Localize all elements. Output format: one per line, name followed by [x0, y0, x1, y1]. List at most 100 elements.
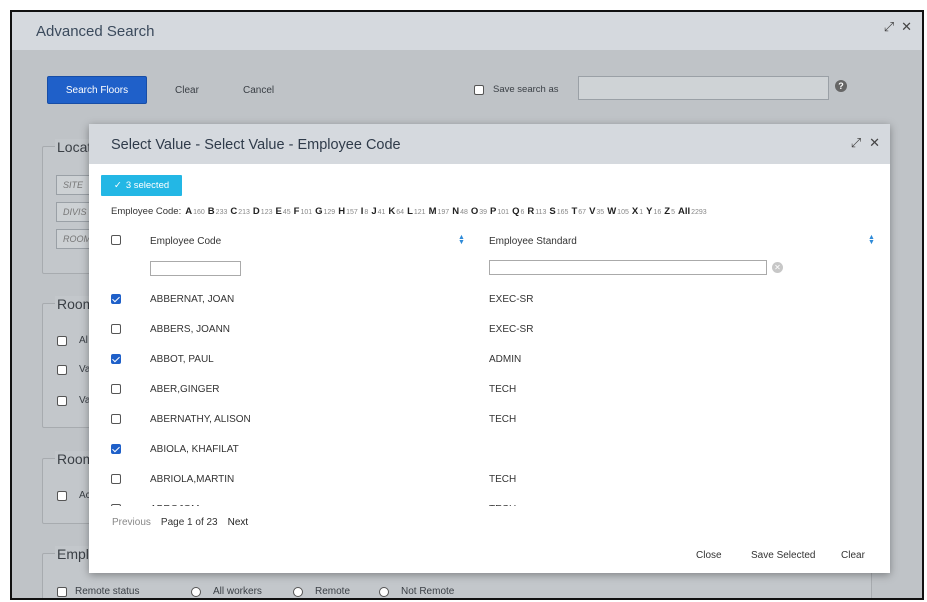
row-checkbox[interactable] [111, 504, 121, 506]
advanced-search-title: Advanced Search [36, 23, 155, 40]
row-checkbox[interactable] [111, 414, 121, 424]
alpha-index-letter[interactable]: D 123 [253, 206, 273, 217]
alpha-index-letter[interactable]: N 48 [452, 206, 468, 217]
save-search-checkbox[interactable] [474, 85, 484, 95]
alpha-index-letter[interactable]: O 39 [471, 206, 487, 217]
radio-remote[interactable] [293, 587, 303, 597]
alpha-index-letter[interactable]: S 165 [549, 206, 568, 217]
alpha-count: 6 [520, 209, 525, 216]
employee-code-cell: ABIOLA, KHAFILAT [150, 444, 239, 455]
alpha-index-letter[interactable]: Y 16 [646, 206, 661, 217]
room-option-checkbox[interactable] [57, 365, 67, 375]
alpha-count: 2293 [691, 209, 707, 216]
room-option-label: Al [79, 335, 88, 346]
save-selected-button[interactable]: Save Selected [751, 550, 816, 561]
clear-selection-button[interactable]: Clear [841, 550, 865, 561]
radio-not-remote-label: Not Remote [401, 586, 455, 597]
next-page-button[interactable]: Next [228, 517, 249, 528]
modal-title: Select Value - Select Value - Employee C… [111, 137, 401, 153]
close-button[interactable]: Close [696, 550, 722, 561]
alpha-count: 197 [437, 209, 450, 216]
alpha-count: 8 [364, 209, 369, 216]
radio-all-workers[interactable] [191, 587, 201, 597]
column-header-employee-code[interactable]: Employee Code [150, 236, 221, 247]
row-checkbox[interactable] [111, 294, 121, 304]
selected-count-badge[interactable]: ✓ 3 selected [101, 175, 182, 196]
alpha-letter: O [470, 206, 479, 217]
remote-status-checkbox[interactable] [57, 587, 67, 597]
alpha-index-letter[interactable]: L 121 [407, 206, 426, 217]
employee-code-cell: ABERNATHY, ALISON [150, 414, 251, 425]
clear-button[interactable]: Clear [175, 85, 199, 96]
alpha-letter: G [315, 206, 323, 217]
alpha-letter: S [549, 206, 556, 217]
alpha-letter: M [428, 206, 437, 217]
cancel-button[interactable]: Cancel [243, 85, 274, 96]
alpha-index-letter[interactable]: Q6 [512, 206, 524, 217]
alpha-index-letter[interactable]: A 160 [185, 206, 205, 217]
alpha-index-letter[interactable]: X1 [632, 206, 643, 217]
alpha-count: 41 [377, 209, 386, 216]
table-row[interactable]: ABROJOM TECH [89, 504, 890, 506]
alpha-index-letter[interactable]: B 233 [208, 206, 228, 217]
close-icon[interactable]: ✕ [869, 135, 880, 151]
row-checkbox[interactable] [111, 474, 121, 484]
save-search-input[interactable] [578, 76, 829, 100]
alpha-index-letter[interactable]: F 101 [294, 206, 313, 217]
employee-code-cell: ABBERNAT, JOAN [150, 294, 235, 305]
employee-standard-filter-input[interactable] [489, 260, 767, 275]
alpha-index-letter[interactable]: Z5 [664, 206, 675, 217]
alpha-count: 157 [346, 209, 358, 216]
location-section-title: Locat [55, 139, 94, 155]
clear-filter-icon[interactable]: ✕ [772, 262, 783, 273]
room-option-checkbox[interactable] [57, 491, 67, 501]
room-option-checkbox[interactable] [57, 396, 67, 406]
previous-page-button[interactable]: Previous [112, 517, 151, 528]
employee-code-cell: ABER,GINGER [150, 384, 220, 395]
alpha-letter: E [275, 206, 282, 217]
expand-icon[interactable]: ⤢ [884, 19, 894, 35]
expand-icon[interactable]: ⤢ [851, 135, 861, 151]
search-floors-button[interactable]: Search Floors [47, 76, 147, 104]
alpha-index-letter[interactable]: J 41 [371, 206, 385, 217]
alpha-index-letter[interactable]: M 197 [429, 206, 450, 217]
table-row[interactable]: ABBERS, JOANN EXEC-SR [89, 324, 890, 344]
row-checkbox[interactable] [111, 384, 121, 394]
table-row[interactable]: ABBOT, PAUL ADMIN [89, 354, 890, 374]
radio-not-remote[interactable] [379, 587, 389, 597]
alpha-index-letter[interactable]: H 157 [338, 206, 358, 217]
alpha-index-letter[interactable]: T 67 [571, 206, 586, 217]
table-row[interactable]: ABRIOLA,MARTIN TECH [89, 474, 890, 494]
column-header-employee-standard[interactable]: Employee Standard [489, 236, 577, 247]
sort-icon[interactable]: ▲ ▼ [458, 234, 465, 246]
alpha-index-letter[interactable]: K 64 [388, 206, 404, 217]
row-checkbox[interactable] [111, 444, 121, 454]
alpha-index-letter[interactable]: G 129 [315, 206, 335, 217]
alpha-index-letter[interactable]: I8 [361, 206, 369, 217]
table-row[interactable]: ABERNATHY, ALISON TECH [89, 414, 890, 434]
employee-code-filter-input[interactable] [150, 261, 241, 276]
alpha-index-letter[interactable]: C 213 [230, 206, 250, 217]
table-row[interactable]: ABER,GINGER TECH [89, 384, 890, 404]
select-all-checkbox[interactable] [111, 235, 121, 245]
alpha-count: 165 [556, 209, 569, 216]
close-icon[interactable]: ✕ [901, 19, 912, 35]
help-icon[interactable]: ? [835, 80, 847, 92]
alpha-index-letter[interactable]: P 101 [490, 206, 509, 217]
table-row[interactable]: ABIOLA, KHAFILAT [89, 444, 890, 464]
alpha-index-letter[interactable]: R 113 [527, 206, 546, 217]
alpha-count: 129 [323, 209, 336, 216]
sort-icon[interactable]: ▲ ▼ [868, 234, 875, 246]
row-checkbox[interactable] [111, 354, 121, 364]
alpha-index-letter[interactable]: All 2293 [678, 206, 707, 217]
alpha-index-letter[interactable]: V 35 [589, 206, 604, 217]
alpha-index-letter[interactable]: W 105 [607, 206, 629, 217]
room-option-checkbox[interactable] [57, 336, 67, 346]
alpha-letter: B [207, 206, 215, 217]
row-checkbox[interactable] [111, 324, 121, 334]
employee-standard-cell: EXEC-SR [489, 324, 534, 335]
alpha-letter: J [371, 206, 377, 217]
table-row[interactable]: ABBERNAT, JOAN EXEC-SR [89, 294, 890, 314]
alpha-letter: D [252, 206, 260, 217]
alpha-index-letter[interactable]: E 45 [275, 206, 290, 217]
